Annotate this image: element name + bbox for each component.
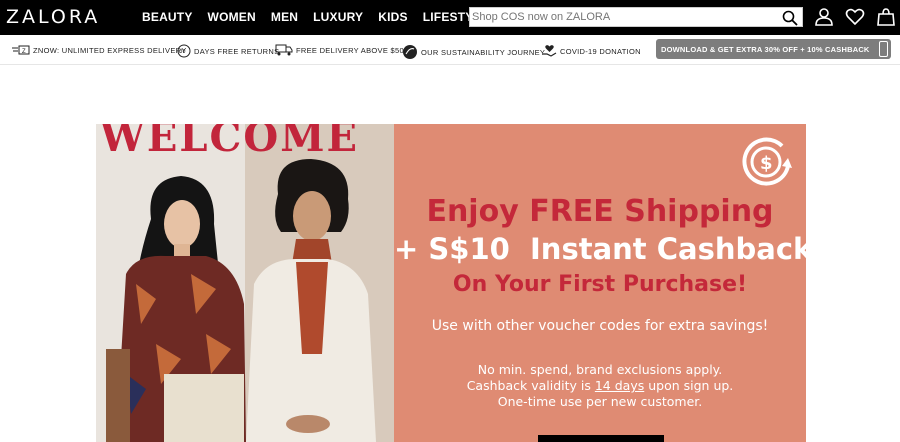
- headline-instant-cashback: + S$10 Instant Cashback: [394, 232, 806, 266]
- search-icon[interactable]: [782, 10, 798, 26]
- strip-delivery-label: FREE DELIVERY ABOVE $50: [296, 45, 404, 55]
- nav-kids[interactable]: KIDS: [378, 10, 407, 24]
- phone-icon: [879, 41, 888, 57]
- top-navigation-bar: ZALORA BEAUTY WOMEN MEN LUXURY KIDS LIFE…: [0, 0, 900, 35]
- express-delivery-icon: Z: [12, 45, 30, 55]
- strip-free-returns[interactable]: 30 DAYS FREE RETURNS: [177, 44, 279, 58]
- terms-line-1: No min. spend, brand exclusions apply.: [477, 362, 723, 377]
- voucher-subline: Use with other voucher codes for extra s…: [431, 318, 769, 334]
- svg-text:$: $: [760, 153, 773, 174]
- strip-covid-donation[interactable]: COVID-19 DONATION: [542, 44, 641, 58]
- models-illustration: [106, 159, 376, 442]
- terms-line-3: One-time use per new customer.: [497, 394, 703, 409]
- strip-express-label: ZNOW: UNLIMITED EXPRESS DELIVERY: [33, 45, 187, 55]
- strip-express-delivery[interactable]: Z ZNOW: UNLIMITED EXPRESS DELIVERY: [12, 44, 187, 56]
- strip-returns-label: DAYS FREE RETURNS: [194, 46, 280, 56]
- account-icon[interactable]: [814, 7, 834, 27]
- strip-covid-label: COVID-19 DONATION: [560, 46, 641, 56]
- headline-free-shipping: Enjoy FREE Shipping: [426, 194, 774, 229]
- wishlist-heart-icon[interactable]: [845, 7, 865, 27]
- models-photo: WELCOME: [96, 124, 394, 442]
- terms-line-2-post: upon sign up.: [644, 378, 734, 393]
- truck-icon: [275, 44, 293, 56]
- nav-luxury[interactable]: LUXURY: [313, 10, 363, 24]
- strip-free-delivery[interactable]: FREE DELIVERY ABOVE $50: [275, 44, 404, 56]
- nav-beauty[interactable]: BEAUTY: [142, 10, 193, 24]
- promo-panel: $ Enjoy FREE Shipping + S$10 Instant Cas…: [394, 124, 806, 442]
- nav-women[interactable]: WOMEN: [208, 10, 256, 24]
- strip-sustainability[interactable]: OUR SUSTAINABILITY JOURNEY: [402, 44, 545, 60]
- download-app-button[interactable]: DOWNLOAD & GET EXTRA 30% OFF + 10% CASHB…: [656, 39, 891, 59]
- strip-sustainability-label: OUR SUSTAINABILITY JOURNEY: [421, 47, 546, 57]
- svg-text:Z: Z: [22, 49, 26, 55]
- zalora-logo[interactable]: ZALORA: [6, 6, 100, 28]
- category-nav: BEAUTY WOMEN MEN LUXURY KIDS LIFESTYLE: [142, 10, 504, 24]
- nav-men[interactable]: MEN: [271, 10, 298, 24]
- headline-first-purchase: On Your First Purchase!: [452, 272, 748, 297]
- welcome-promo-banner[interactable]: WELCOME $ Enjoy FREE Shipping + S$10 Ins…: [96, 124, 806, 442]
- cashback-validity-days: 14 days: [594, 378, 645, 393]
- svg-text:30: 30: [180, 49, 186, 55]
- cashback-dollar-icon: $: [742, 137, 792, 186]
- shop-now-button[interactable]: [538, 435, 664, 442]
- benefits-strip: Z ZNOW: UNLIMITED EXPRESS DELIVERY 30 DA…: [0, 35, 900, 65]
- globe-leaf-icon: [403, 45, 417, 59]
- search-box: [469, 7, 803, 27]
- terms-line-2: Cashback validity is 14 days upon sign u…: [394, 378, 806, 394]
- heart-hand-icon: [543, 45, 557, 57]
- shopping-bag-icon[interactable]: [876, 7, 896, 27]
- download-app-label: DOWNLOAD & GET EXTRA 30% OFF + 10% CASHB…: [661, 44, 870, 54]
- terms-line-2-pre: Cashback validity is: [466, 378, 595, 393]
- search-input[interactable]: [472, 9, 772, 25]
- returns-30-icon: 30: [177, 44, 191, 58]
- terms-text: No min. spend, brand exclusions apply. C…: [394, 362, 806, 410]
